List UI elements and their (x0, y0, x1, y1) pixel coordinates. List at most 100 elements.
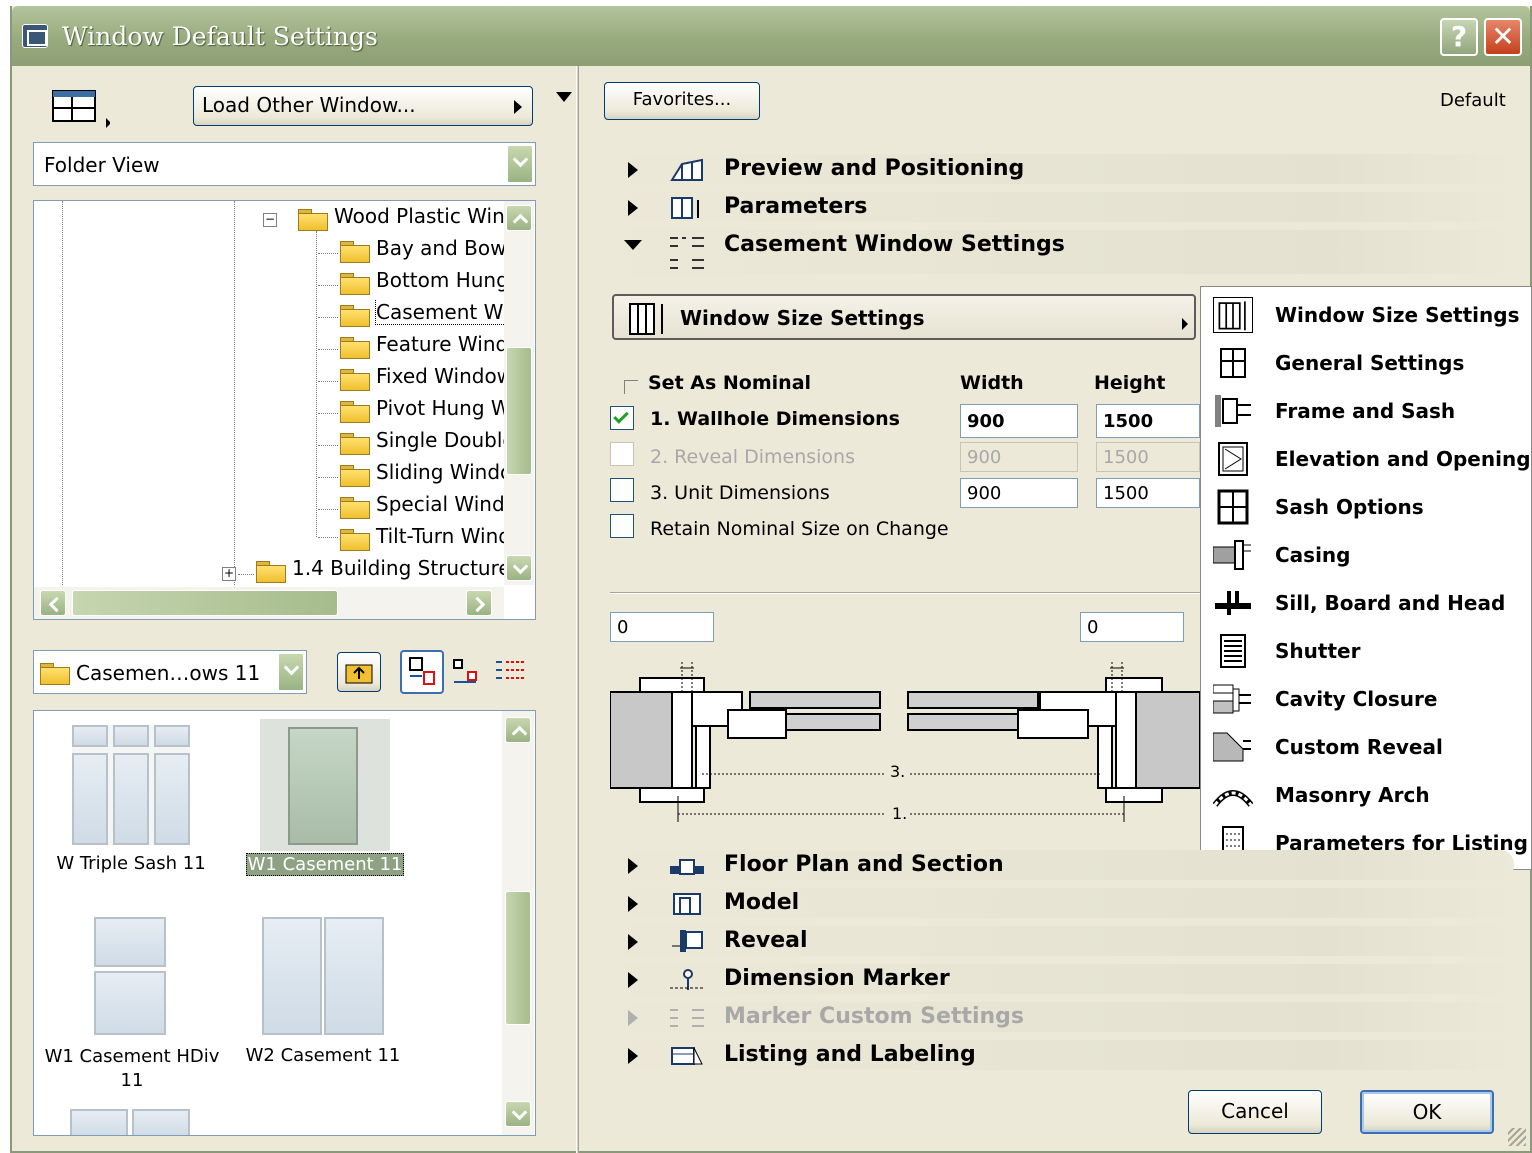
title-bar[interactable]: Window Default Settings ? ✕ (12, 6, 1530, 66)
section-model[interactable]: Model (586, 888, 1514, 918)
expand-arrow-icon[interactable] (628, 162, 638, 178)
scroll-left-icon[interactable] (40, 590, 66, 616)
thumbnail-label: W2 Casement 11 (245, 1045, 401, 1066)
unit-checkbox[interactable] (610, 478, 634, 502)
menu-item-sash-options[interactable]: Sash Options (1201, 483, 1531, 531)
section-preview-and-positioning[interactable]: Preview and Positioning (586, 154, 1514, 184)
panel-divider[interactable] (576, 66, 579, 1153)
scroll-thumb[interactable] (506, 347, 532, 475)
menu-item-masonry-arch[interactable]: Masonry Arch (1201, 771, 1531, 819)
menu-item-casing[interactable]: Casing (1201, 531, 1531, 579)
small-icons-view-icon[interactable] (450, 654, 486, 690)
wallhole-height-input[interactable]: 1500 (1096, 404, 1200, 438)
object-thumbnail[interactable] (72, 725, 190, 845)
reveal-label: 2. Reveal Dimensions (650, 446, 855, 468)
scroll-thumb[interactable] (505, 891, 531, 1025)
preview-view-icon[interactable] (400, 650, 444, 694)
folder-icon (256, 559, 286, 583)
tree-item[interactable]: Pivot Hung Windows (340, 396, 504, 426)
expand-arrow-icon[interactable] (628, 200, 638, 216)
unit-width-input[interactable]: 900 (960, 478, 1078, 508)
view-mode-select[interactable]: Folder View (33, 142, 536, 186)
tree-item[interactable]: Feature Windows (340, 332, 504, 362)
scroll-up-icon[interactable] (505, 717, 531, 743)
folder-tree[interactable]: − Wood Plastic Windows Bay and Bow Botto… (33, 200, 536, 620)
tree-item[interactable]: Special Windows (340, 492, 504, 522)
collapse-node-icon[interactable]: − (263, 213, 277, 227)
scroll-down-icon[interactable] (506, 555, 532, 581)
resize-grip-icon[interactable] (1508, 1128, 1526, 1146)
load-other-window-button[interactable]: Load Other Window... (193, 86, 533, 126)
scroll-thumb[interactable] (72, 590, 338, 616)
menu-item-cavity-closure[interactable]: Cavity Closure (1201, 675, 1531, 723)
object-thumbnail[interactable] (70, 1109, 190, 1135)
tree-item[interactable]: Bay and Bow (340, 236, 504, 266)
wallhole-checkbox[interactable] (610, 406, 634, 430)
favorites-button[interactable]: Favorites... (604, 82, 760, 120)
tree-item[interactable]: Fixed Windows (340, 364, 504, 394)
tree-item[interactable]: Tilt-Turn Windows (340, 524, 504, 554)
section-parameters[interactable]: Parameters (586, 192, 1514, 222)
thumbnails-vertical-scrollbar[interactable] (502, 711, 534, 1135)
scroll-down-icon[interactable] (505, 1101, 531, 1127)
expand-arrow-icon[interactable] (628, 896, 638, 912)
unit-height-input[interactable]: 1500 (1096, 478, 1200, 508)
window-pane (94, 917, 166, 967)
expand-node-icon[interactable]: + (222, 567, 236, 581)
menu-item-window-size-settings[interactable]: Window Size Settings (1201, 291, 1531, 339)
settings-dialog-icon[interactable] (52, 90, 111, 128)
cancel-button[interactable]: Cancel (1188, 1090, 1322, 1134)
folder-combo[interactable]: Casemen…ows 11 (33, 650, 307, 694)
expand-arrow-icon[interactable] (628, 858, 638, 874)
help-button[interactable]: ? (1440, 18, 1478, 56)
scroll-up-icon[interactable] (506, 205, 532, 231)
expand-arrow-icon[interactable] (628, 1048, 638, 1064)
folder-icon (340, 527, 370, 551)
list-view-icon[interactable] (492, 654, 528, 690)
menu-item-custom-reveal[interactable]: Custom Reveal (1201, 723, 1531, 771)
ok-button[interactable]: OK (1360, 1090, 1494, 1134)
window-pane (72, 753, 108, 845)
tree-item-selected[interactable]: Casement Windows (340, 300, 504, 330)
section-reveal[interactable]: Reveal (586, 926, 1514, 956)
close-button[interactable]: ✕ (1484, 18, 1522, 56)
object-thumbnail-selected[interactable] (260, 719, 390, 851)
retain-nominal-checkbox[interactable] (610, 514, 634, 538)
view-mode-dropdown-icon[interactable] (507, 145, 533, 183)
collapse-arrow-icon[interactable] (624, 240, 642, 250)
menu-item-sill-board-and-head[interactable]: Sill, Board and Head (1201, 579, 1531, 627)
tree-vertical-scrollbar[interactable] (504, 201, 534, 585)
right-offset-input[interactable]: 0 (1080, 612, 1184, 642)
tree-item[interactable]: 1.4 Building Structure (256, 556, 504, 586)
wallhole-width-input[interactable]: 900 (960, 404, 1078, 438)
tree-item[interactable]: Sliding Windows (340, 460, 504, 490)
menu-item-elevation-and-opening[interactable]: Elevation and Opening (1201, 435, 1531, 483)
folder-up-button[interactable] (337, 652, 381, 692)
tree-horizontal-scrollbar[interactable] (34, 587, 504, 619)
section-listing-and-labeling[interactable]: Listing and Labeling (586, 1040, 1514, 1070)
object-thumbnail[interactable] (262, 917, 386, 1037)
section-casement-window-settings[interactable]: Casement Window Settings (586, 230, 1514, 274)
folder-icon (340, 239, 370, 263)
folder-combo-dropdown-icon[interactable] (278, 653, 304, 691)
menu-item-shutter[interactable]: Shutter (1201, 627, 1531, 675)
reveal-width-input: 900 (960, 442, 1078, 472)
expand-arrow-icon (628, 1010, 638, 1026)
expand-arrow-icon[interactable] (628, 972, 638, 988)
section-floor-plan-and-section[interactable]: Floor Plan and Section (586, 850, 1514, 880)
tree-item[interactable]: Wood Plastic Windows (298, 204, 504, 234)
shutter-icon (1220, 634, 1246, 668)
collapse-triangle-icon[interactable] (556, 92, 572, 102)
section-label: Listing and Labeling (724, 1042, 976, 1067)
section-dimension-marker[interactable]: Dimension Marker (586, 964, 1514, 994)
page-selector-button[interactable]: Window Size Settings (612, 294, 1196, 340)
expand-arrow-icon[interactable] (628, 934, 638, 950)
object-thumbnail[interactable] (94, 917, 170, 1037)
left-offset-input[interactable]: 0 (610, 612, 714, 642)
object-thumbnails[interactable]: W Triple Sash 11 W1 Casement 11 W1 Casem… (33, 710, 536, 1136)
tree-item[interactable]: Bottom Hung (340, 268, 504, 298)
menu-item-frame-and-sash[interactable]: Frame and Sash (1201, 387, 1531, 435)
menu-item-general-settings[interactable]: General Settings (1201, 339, 1531, 387)
scroll-right-icon[interactable] (466, 590, 492, 616)
tree-item[interactable]: Single Double (340, 428, 504, 458)
